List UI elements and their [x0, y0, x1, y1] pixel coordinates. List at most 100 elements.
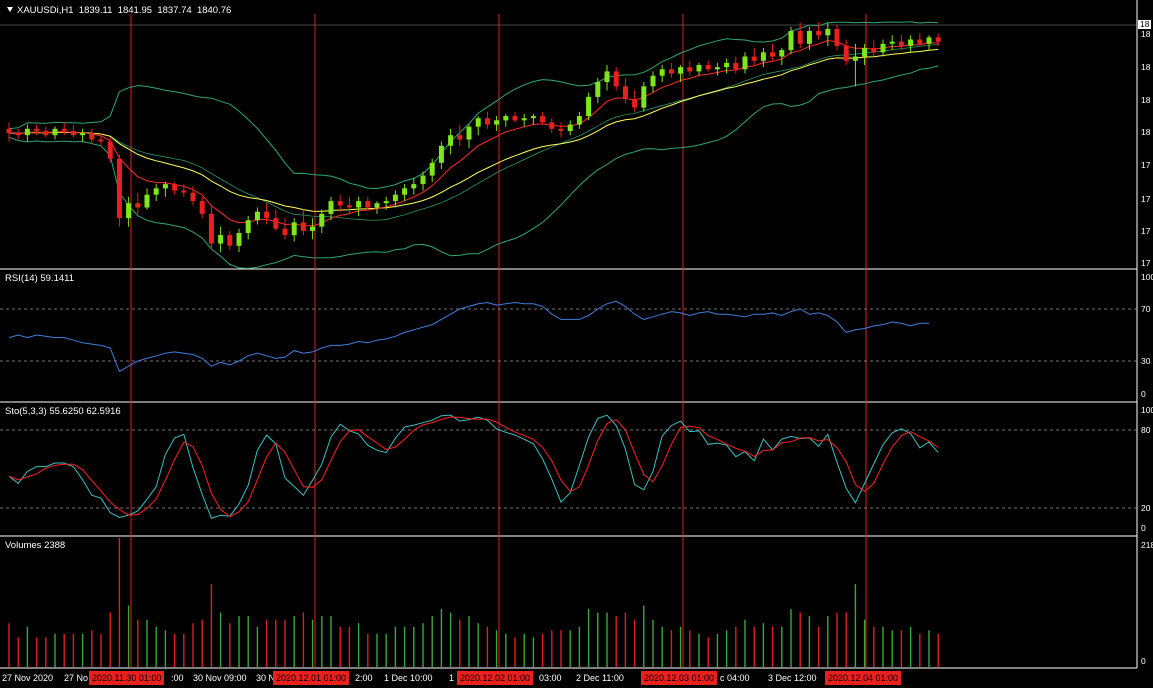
day-separator-label: 2020.11.30 01:00	[89, 671, 165, 685]
candle-body	[52, 128, 58, 136]
trading-chart[interactable]	[0, 0, 1153, 688]
candle-body	[503, 116, 509, 121]
candle-body	[365, 201, 371, 208]
candle-body	[852, 56, 858, 61]
candle-body	[346, 205, 352, 208]
candle-body	[576, 116, 582, 125]
candle-body	[760, 52, 766, 61]
time-label: 2 Dec 11:00	[576, 673, 624, 683]
candle-body	[880, 43, 886, 53]
volume-title: Volumes 2388	[5, 540, 66, 551]
candle-body	[144, 194, 150, 208]
rsi-level: 70	[1141, 304, 1151, 314]
candle-body	[733, 62, 739, 70]
candle-body	[871, 48, 877, 53]
day-separator-label: 2020.12.03 01:00	[641, 671, 718, 685]
stoch-main-line	[8, 414, 939, 519]
price-tick: 18	[1141, 29, 1151, 39]
price-tick: 17	[1141, 160, 1151, 170]
candle-body	[834, 28, 840, 46]
candle-body	[438, 145, 444, 163]
candle-body	[484, 118, 490, 125]
candle-body	[622, 86, 628, 100]
chevron-down-icon[interactable]	[7, 7, 13, 13]
candle-body	[34, 128, 40, 131]
candle-body	[273, 218, 279, 229]
candle-body	[374, 203, 380, 208]
candle-body	[89, 133, 95, 140]
candle-body	[80, 133, 86, 136]
candle-body	[862, 48, 868, 57]
candle-body	[356, 201, 362, 208]
candle-body	[751, 56, 757, 61]
stoch-level: 80	[1141, 425, 1151, 435]
day-separator-label: 2020.12.01 01:00	[273, 671, 350, 685]
stoch-level: 0	[1141, 523, 1146, 533]
symbol-name: XAUUSDi,H1	[17, 5, 74, 16]
candle-body	[227, 235, 233, 246]
rsi-level: 30	[1141, 356, 1151, 366]
candle-body	[291, 222, 297, 236]
candle-body	[788, 31, 794, 51]
candle-body	[806, 31, 812, 44]
high-price: 1841.95	[117, 5, 153, 16]
candle-body	[668, 69, 674, 74]
candle-body	[632, 99, 638, 108]
time-label: 1	[449, 673, 455, 683]
candle-body	[300, 222, 306, 231]
candle-body	[586, 96, 592, 116]
candle-body	[770, 52, 776, 57]
candle-body	[724, 62, 730, 68]
candle-body	[116, 158, 122, 219]
time-label: 3 Dec 12:00	[768, 673, 817, 683]
volume-level: 0	[1141, 656, 1146, 666]
stoch-title: Sto(5,3,3) 55.6250 62.5916	[5, 406, 121, 417]
candle-body	[181, 190, 187, 193]
day-separator-label: 2020.12.02 01:00	[457, 671, 534, 685]
candle-body	[889, 41, 895, 44]
candle-body	[264, 211, 270, 219]
rsi-title: RSI(14) 59.1411	[5, 273, 75, 284]
stoch-level: 20	[1141, 503, 1151, 513]
candle-body	[319, 213, 325, 227]
symbol-header: XAUUSDi,H1 1839.11 1841.95 1837.74 1840.…	[3, 5, 231, 16]
candle-body	[779, 50, 785, 57]
open-price: 1839.11	[78, 5, 113, 16]
candle-body	[199, 201, 205, 214]
bollinger-mid-line	[8, 43, 939, 221]
rsi-level: 100	[1141, 272, 1153, 282]
candle-body	[935, 37, 941, 42]
candle-body	[411, 184, 417, 189]
rsi-level: 0	[1141, 389, 1146, 399]
candle-body	[613, 71, 619, 87]
candle-body	[107, 141, 113, 159]
time-label: 27 Nov 2020	[2, 673, 54, 683]
candle-body	[908, 39, 914, 46]
candle-body	[549, 122, 555, 129]
price-tick: 17	[1141, 226, 1151, 236]
candle-body	[714, 67, 720, 70]
candle-body	[6, 128, 12, 134]
time-label: 03:00	[539, 673, 562, 683]
candle-body	[898, 41, 904, 46]
price-tick: 17	[1141, 258, 1151, 268]
low-price: 1837.74	[157, 5, 192, 16]
candle-body	[678, 67, 684, 74]
candle-body	[245, 220, 251, 233]
candle-body	[530, 116, 536, 119]
candle-body	[567, 124, 573, 131]
candle-body	[659, 69, 665, 76]
candle-body	[282, 228, 288, 236]
candle-body	[687, 67, 693, 72]
candle-body	[172, 184, 178, 191]
candle-body	[917, 39, 923, 44]
candle-body	[512, 116, 518, 121]
last-price-label: 18	[1138, 19, 1152, 29]
candle-body	[696, 65, 702, 72]
candle-body	[926, 37, 932, 44]
candle-body	[650, 75, 656, 87]
candle-body	[70, 130, 76, 136]
candle-body	[98, 139, 104, 142]
price-tick: 18	[1141, 62, 1151, 72]
candle-body	[466, 126, 472, 140]
